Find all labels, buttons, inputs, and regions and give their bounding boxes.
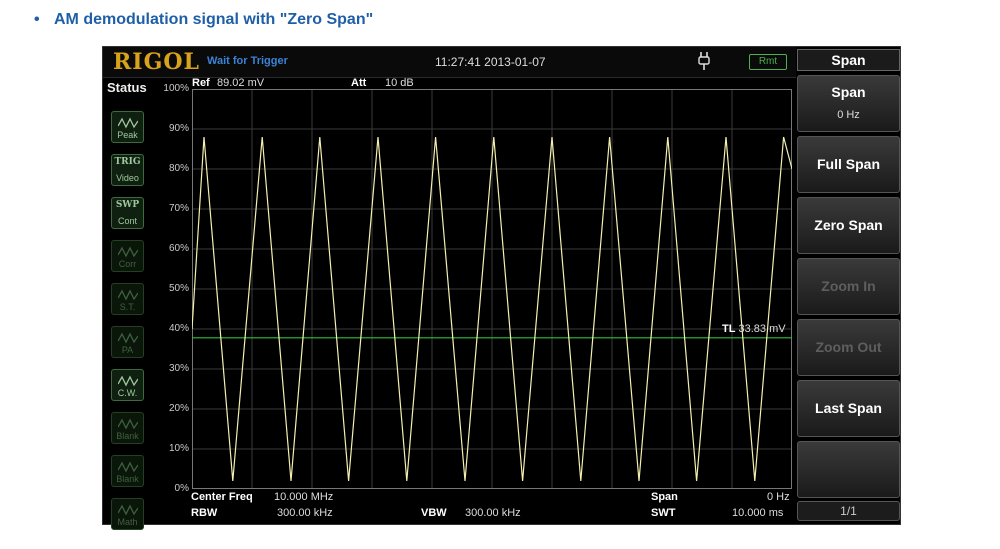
- peak-icon: [118, 117, 138, 129]
- span-value: 0 Hz: [767, 491, 790, 503]
- span-softkey-value: 0 Hz: [837, 109, 860, 121]
- status-button-peak[interactable]: Peak: [111, 111, 144, 143]
- menu-title: Span: [797, 49, 900, 71]
- y-tick-label: 0%: [174, 483, 189, 494]
- trigger-status: Wait for Trigger: [207, 55, 288, 67]
- status-button-st[interactable]: S.T.: [111, 283, 144, 315]
- status-button-math[interactable]: Math: [111, 498, 144, 530]
- zoom-in-softkey-label: Zoom In: [821, 278, 876, 294]
- menu-page-indicator[interactable]: 1/1: [797, 501, 900, 521]
- status-button-label: S.T.: [119, 302, 136, 312]
- st-icon: [118, 289, 138, 301]
- trace-plot: [192, 89, 792, 489]
- rigol-logo: RIGOL: [113, 49, 200, 75]
- status-button-cw[interactable]: C.W.: [111, 369, 144, 401]
- last-span-softkey-label: Last Span: [815, 400, 882, 416]
- y-tick-label: 60%: [168, 243, 189, 254]
- softkey-menu: Span Span 0 Hz Full Span Zero Span Zoom In Zo…: [797, 49, 900, 524]
- vbw-value: 300.00 kHz: [465, 507, 521, 519]
- zoom-out-softkey[interactable]: Zoom Out: [797, 319, 900, 376]
- math-icon: [118, 504, 138, 516]
- att-label: Att: [351, 77, 367, 89]
- status-button-cont[interactable]: SWP Cont: [111, 197, 144, 229]
- status-button-tag: SWP: [115, 200, 140, 210]
- swt-label: SWT: [651, 507, 676, 519]
- status-button-label: Video: [116, 173, 139, 183]
- y-tick-label: 20%: [168, 403, 189, 414]
- blank-icon: [118, 461, 138, 473]
- status-button-pa[interactable]: PA: [111, 326, 144, 358]
- att-value: 10 dB: [385, 77, 414, 89]
- status-button-label: Blank: [116, 474, 139, 484]
- status-button-label: Peak: [117, 130, 138, 140]
- full-span-softkey-label: Full Span: [817, 156, 880, 172]
- status-button-blank[interactable]: Blank: [111, 455, 144, 487]
- status-button-label: Cont: [117, 216, 137, 226]
- threshold-label: TL 33.83 mV: [722, 322, 786, 335]
- caption-text: AM demodulation signal with "Zero Span": [54, 11, 374, 28]
- datetime-display: 11:27:41 2013-01-07: [435, 55, 546, 69]
- zero-span-softkey-label: Zero Span: [814, 217, 883, 233]
- status-button-label: Corr: [118, 259, 137, 269]
- span-label: Span: [651, 491, 678, 503]
- y-tick-label: 80%: [168, 163, 189, 174]
- remote-badge: Rmt: [749, 54, 787, 70]
- analyzer-screen: RIGOL Wait for Trigger 11:27:41 2013-01-…: [102, 46, 901, 530]
- rbw-value: 300.00 kHz: [277, 507, 333, 519]
- y-tick-label: 10%: [168, 443, 189, 454]
- span-softkey[interactable]: Span 0 Hz: [797, 75, 900, 132]
- top-bar: RIGOL Wait for Trigger 11:27:41 2013-01-…: [103, 47, 796, 78]
- y-tick-label: 70%: [168, 203, 189, 214]
- status-button-tag: TRIG: [114, 157, 141, 167]
- rbw-label: RBW: [191, 507, 218, 519]
- zoom-out-softkey-label: Zoom Out: [815, 339, 882, 355]
- y-tick-label: 30%: [168, 363, 189, 374]
- status-title: Status: [107, 80, 147, 95]
- status-button-label: Math: [117, 517, 138, 527]
- pa-icon: [118, 332, 138, 344]
- plot-grid: [192, 89, 792, 489]
- zero-span-softkey[interactable]: Zero Span: [797, 197, 900, 254]
- y-tick-label: 40%: [168, 323, 189, 334]
- status-button-video[interactable]: TRIG Video: [111, 154, 144, 186]
- y-tick-label: 50%: [168, 283, 189, 294]
- status-button-label: Blank: [116, 431, 139, 441]
- center-freq-label: Center Freq: [191, 491, 253, 503]
- ref-value: 89.02 mV: [217, 77, 265, 89]
- cw-icon: [118, 375, 138, 387]
- center-freq-value: 10.000 MHz: [274, 491, 334, 503]
- full-span-softkey[interactable]: Full Span: [797, 136, 900, 193]
- status-button-corr[interactable]: Corr: [111, 240, 144, 272]
- status-button-blank[interactable]: Blank: [111, 412, 144, 444]
- caption-bullet: •: [34, 11, 40, 28]
- blank-icon: [118, 418, 138, 430]
- blank-softkey[interactable]: [797, 441, 900, 498]
- y-tick-label: 100%: [163, 83, 189, 94]
- last-span-softkey[interactable]: Last Span: [797, 380, 900, 437]
- plug-icon: [698, 52, 710, 70]
- y-tick-label: 90%: [168, 123, 189, 134]
- status-button-label: C.W.: [117, 388, 138, 398]
- vbw-label: VBW: [421, 507, 447, 519]
- span-softkey-label: Span: [831, 84, 866, 100]
- ref-label: Ref: [192, 77, 210, 89]
- corr-icon: [118, 246, 138, 258]
- zoom-in-softkey[interactable]: Zoom In: [797, 258, 900, 315]
- swt-value: 10.000 ms: [732, 507, 784, 519]
- status-button-label: PA: [121, 345, 134, 355]
